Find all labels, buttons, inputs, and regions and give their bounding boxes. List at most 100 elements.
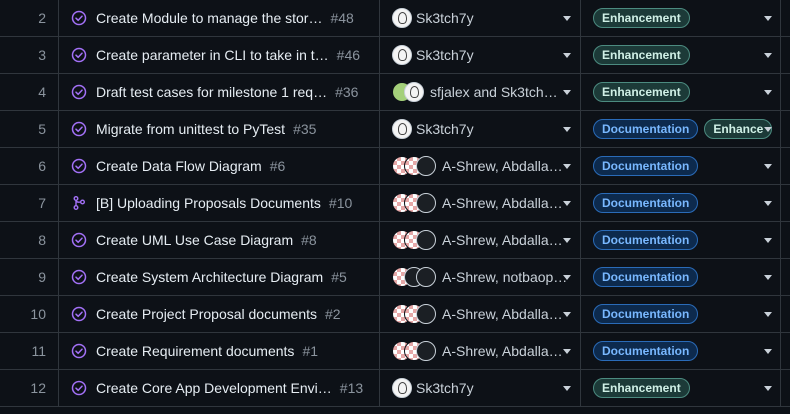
table-row[interactable]: 9 Create System Architecture Diagram #5 A-S… [0,259,790,296]
labels-cell[interactable]: Enhancement [580,0,780,36]
issue-title-link[interactable]: Migrate from unittest to PyTest [96,121,285,137]
assignees-dropdown-icon[interactable] [563,312,571,317]
assignees-cell[interactable]: A-Shrew, Abdalla… [379,296,579,332]
labels-dropdown-icon[interactable] [764,349,772,354]
title-cell[interactable]: Create Module to manage the stor… #48 [58,0,378,36]
issue-closed-icon [71,269,87,285]
title-cell[interactable]: Create UML Use Case Diagram #8 [58,222,378,258]
labels-cell[interactable]: Documentation [580,333,780,369]
table-row[interactable]: 6 Create Data Flow Diagram #6 A-Shrew, Abda… [0,148,790,185]
assignees-cell[interactable]: A-Shrew, Abdalla… [379,333,579,369]
labels-cell[interactable]: Enhancement [580,74,780,110]
labels-cell[interactable]: Documentation [580,185,780,221]
assignees-cell[interactable]: sfjalex and Sk3tch7y [379,74,579,110]
avatar-stack [392,193,436,213]
issue-title-link[interactable]: Create Data Flow Diagram [96,158,262,174]
assignees-cell[interactable]: Sk3tch7y [379,37,579,73]
title-cell[interactable]: Draft test cases for milestone 1 req… #36 [58,74,378,110]
title-cell[interactable]: Create Data Flow Diagram #6 [58,148,378,184]
assignee-names: Sk3tch7y [416,380,474,396]
issue-title-link[interactable]: [B] Uploading Proposals Documents [96,195,321,211]
row-number: 4 [38,84,46,100]
label-chip: Documentation [593,119,699,139]
issue-number: #10 [328,195,353,211]
avatar [416,267,436,287]
labels-cell[interactable]: Documentation [580,222,780,258]
row-number: 5 [38,121,46,137]
labels-dropdown-icon[interactable] [764,16,772,21]
table-row[interactable]: 5 Migrate from unittest to PyTest #35 Sk3tc… [0,111,790,148]
issue-number: #5 [331,269,347,285]
title-cell[interactable]: Create Requirement documents #1 [58,333,378,369]
row-number: 7 [38,195,46,211]
title-cell[interactable]: Create Core App Development Envi… #13 [58,370,378,406]
avatar [416,341,436,361]
issue-closed-icon [71,158,87,174]
assignees-cell[interactable]: A-Shrew, Abdalla… [379,185,579,221]
assignees-cell[interactable]: A-Shrew, notbaop… [379,259,579,295]
labels-dropdown-icon[interactable] [764,164,772,169]
labels-cell[interactable]: Documentation [580,148,780,184]
table-row[interactable]: 4 Draft test cases for milestone 1 req… #3… [0,74,790,111]
labels-cell[interactable]: Enhancement [580,370,780,406]
labels-dropdown-icon[interactable] [764,386,772,391]
labels-cell[interactable]: Enhancement [580,37,780,73]
labels-dropdown-icon[interactable] [764,201,772,206]
assignee-names: A-Shrew, Abdalla… [442,306,563,322]
label-chip: Documentation [593,267,699,287]
labels-cell[interactable]: Documentation [580,296,780,332]
assignees-cell[interactable]: Sk3tch7y [379,0,579,36]
issue-closed-icon [71,343,87,359]
column-divider [780,148,781,184]
title-cell[interactable]: Create System Architecture Diagram #5 [58,259,378,295]
avatar-stack [392,82,424,102]
title-cell[interactable]: Migrate from unittest to PyTest #35 [58,111,378,147]
table-row[interactable]: 7 [B] Uploading Proposals Documents #10 A-S… [0,185,790,222]
issue-title-link[interactable]: Create Module to manage the stor… [96,10,322,26]
assignees-dropdown-icon[interactable] [563,53,571,58]
table-row[interactable]: 3 Create parameter in CLI to take in t… #4… [0,37,790,74]
table-row[interactable]: 10 Create Project Proposal documents #2 A-S… [0,296,790,333]
title-cell[interactable]: Create parameter in CLI to take in t… #46 [58,37,378,73]
issue-title-link[interactable]: Draft test cases for milestone 1 req… [96,84,327,100]
assignees-dropdown-icon[interactable] [563,201,571,206]
issue-title-link[interactable]: Create Core App Development Envi… [96,380,332,396]
issue-title-link[interactable]: Create parameter in CLI to take in t… [96,47,329,63]
title-cell[interactable]: Create Project Proposal documents #2 [58,296,378,332]
issue-title-link[interactable]: Create Project Proposal documents [96,306,317,322]
assignees-dropdown-icon[interactable] [563,238,571,243]
assignees-dropdown-icon[interactable] [563,164,571,169]
labels-cell[interactable]: Documentation Enhance [580,111,780,147]
assignees-dropdown-icon[interactable] [563,275,571,280]
labels-dropdown-icon[interactable] [764,238,772,243]
labels-dropdown-icon[interactable] [764,275,772,280]
labels-dropdown-icon[interactable] [764,90,772,95]
issue-title-link[interactable]: Create UML Use Case Diagram [96,232,293,248]
avatar-stack [392,156,436,176]
table-row[interactable]: 11 Create Requirement documents #1 A-Shrew,… [0,333,790,370]
assignees-dropdown-icon[interactable] [563,386,571,391]
assignees-cell[interactable]: A-Shrew, Abdalla… [379,148,579,184]
table-row[interactable]: 8 Create UML Use Case Diagram #8 A-Shrew, A… [0,222,790,259]
labels-dropdown-icon[interactable] [764,53,772,58]
assignees-dropdown-icon[interactable] [563,349,571,354]
assignees-cell[interactable]: Sk3tch7y [379,370,579,406]
labels-cell[interactable]: Documentation [580,259,780,295]
avatar-stack [392,230,436,250]
title-cell[interactable]: [B] Uploading Proposals Documents #10 [58,185,378,221]
labels-dropdown-icon[interactable] [764,312,772,317]
table-row[interactable]: 12 Create Core App Development Envi… #13 Sk… [0,370,790,407]
assignees-cell[interactable]: A-Shrew, Abdalla… [379,222,579,258]
assignee-names: A-Shrew, Abdalla… [442,343,563,359]
column-divider [780,333,781,369]
assignees-dropdown-icon[interactable] [563,90,571,95]
labels-dropdown-icon[interactable] [764,127,772,132]
assignee-names: A-Shrew, Abdalla… [442,232,563,248]
table-row[interactable]: 2 Create Module to manage the stor… #48 Sk3… [0,0,790,37]
issue-title-link[interactable]: Create System Architecture Diagram [96,269,323,285]
assignees-dropdown-icon[interactable] [563,16,571,21]
assignees-dropdown-icon[interactable] [563,127,571,132]
issue-title-link[interactable]: Create Requirement documents [96,343,294,359]
assignees-cell[interactable]: Sk3tch7y [379,111,579,147]
column-divider [780,296,781,332]
